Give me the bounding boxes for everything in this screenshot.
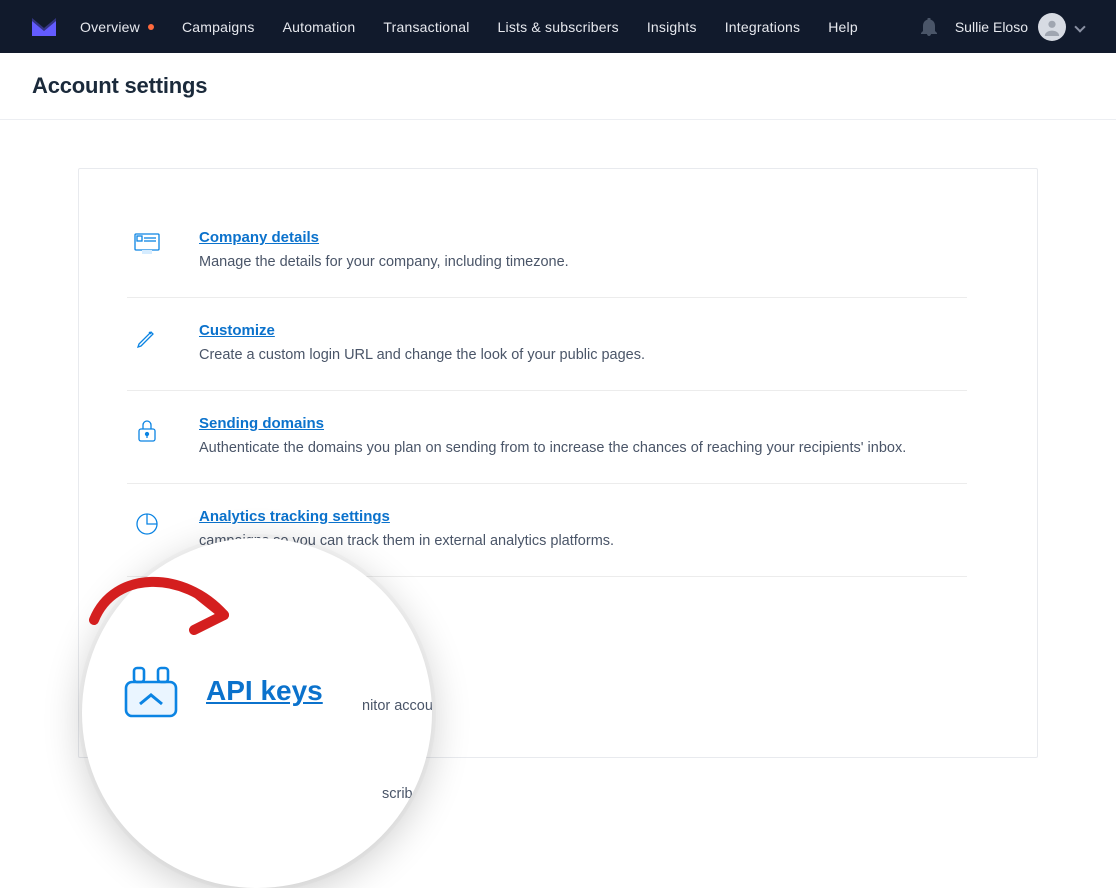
company-icon — [127, 233, 167, 255]
chevron-down-icon — [1074, 21, 1085, 32]
row-title-customize[interactable]: Customize — [199, 322, 275, 339]
user-menu[interactable]: Sullie Eloso — [955, 13, 1084, 41]
zoom-subtext-1: nitor account via our fully-featured API… — [362, 698, 432, 714]
row-title-company[interactable]: Company details — [199, 229, 319, 246]
nav-campaigns[interactable]: Campaigns — [182, 19, 255, 35]
nav-insights[interactable]: Insights — [647, 19, 697, 35]
nav-integrations[interactable]: Integrations — [725, 19, 801, 35]
zoom-title-api-keys[interactable]: API keys — [206, 675, 323, 707]
nav-automation[interactable]: Automation — [283, 19, 356, 35]
nav-help[interactable]: Help — [828, 19, 858, 35]
top-nav: Overview Campaigns Automation Transactio… — [0, 0, 1116, 53]
nav-right: Sullie Eloso — [921, 13, 1084, 41]
settings-row-customize: Customize Create a custom login URL and … — [127, 298, 967, 391]
nav-items: Overview Campaigns Automation Transactio… — [80, 19, 921, 35]
logo-icon[interactable] — [32, 18, 56, 36]
page-title: Account settings — [32, 73, 1084, 99]
settings-row-company: Company details Manage the details for y… — [127, 205, 967, 298]
nav-overview[interactable]: Overview — [80, 19, 154, 35]
row-title-sending[interactable]: Sending domains — [199, 415, 324, 432]
lock-icon — [127, 419, 167, 443]
page-header: Account settings — [0, 53, 1116, 120]
nav-transactional[interactable]: Transactional — [383, 19, 469, 35]
nav-label: Overview — [80, 19, 140, 35]
zoom-subtext-2: scribe from your emails. — [382, 786, 432, 802]
row-title-analytics[interactable]: Analytics tracking settings — [199, 508, 390, 525]
row-desc: Create a custom login URL and change the… — [199, 345, 967, 366]
callout-arrow-icon — [84, 560, 244, 675]
bell-icon[interactable] — [921, 18, 937, 36]
pencil-icon — [127, 326, 167, 350]
nav-lists[interactable]: Lists & subscribers — [498, 19, 619, 35]
notification-dot-icon — [148, 24, 154, 30]
avatar-icon — [1038, 13, 1066, 41]
row-desc: Authenticate the domains you plan on sen… — [199, 438, 967, 459]
row-desc: Manage the details for your company, inc… — [199, 252, 967, 273]
user-name: Sullie Eloso — [955, 19, 1028, 35]
settings-row-sending: Sending domains Authenticate the domains… — [127, 391, 967, 484]
pie-icon — [127, 512, 167, 536]
